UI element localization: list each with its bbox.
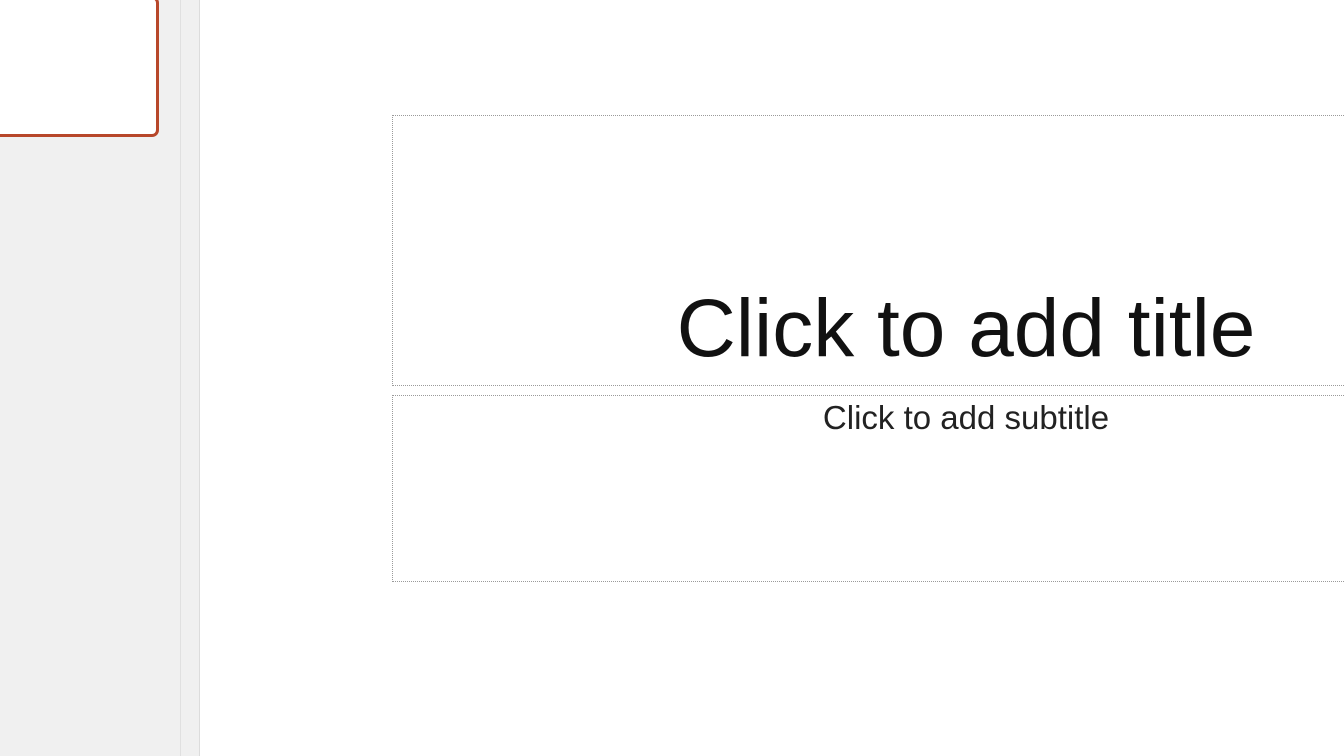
pane-splitter[interactable]	[180, 0, 200, 756]
title-placeholder-text[interactable]: Click to add title	[546, 282, 1344, 376]
slide-thumbnail-selected[interactable]	[0, 0, 159, 137]
slide-thumbnail-pane	[0, 0, 180, 756]
subtitle-placeholder-text[interactable]: Click to add subtitle	[666, 399, 1266, 437]
